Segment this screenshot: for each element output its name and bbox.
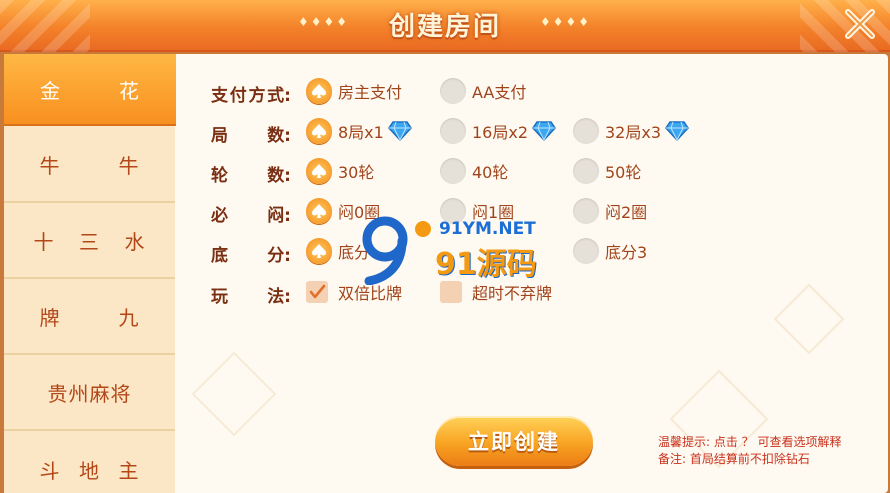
- help-tip: 温馨提示: 点击 ？ 可查看选项解释: [658, 435, 842, 449]
- turns-row: 轮 数: 30轮 40轮 50轮: [211, 157, 811, 186]
- label-char: 轮: [211, 166, 228, 186]
- tab-label: 地: [79, 458, 100, 483]
- payment-row: 支 付 方 式: 房主支付 AA支付: [211, 77, 811, 106]
- label-char: 闷:: [267, 206, 291, 226]
- rounds-option-16[interactable]: 16局x2: [440, 117, 556, 145]
- label-char: 必: [211, 206, 228, 226]
- title-ornament-right: ♦♦♦♦: [540, 15, 592, 29]
- checkbox-checked-icon: [306, 281, 328, 303]
- label-char: 数:: [267, 166, 291, 186]
- label-char: 法:: [267, 287, 291, 307]
- watermark-logo: 91YM.NET 91源码: [355, 215, 545, 285]
- rules-label: 玩 法:: [211, 282, 291, 307]
- radio-unselected-icon: [573, 238, 599, 264]
- turns-option-40[interactable]: 40轮: [440, 157, 508, 185]
- game-tabs-sidebar: 金 花 牛 牛 十 三 水 牌 九 贵州麻将 斗 地 主: [4, 54, 176, 493]
- diamond-icon: [387, 121, 412, 141]
- tab-label: 三: [79, 229, 100, 254]
- rounds-row: 局 数: 8局x1 16局x2 32局x3: [211, 117, 811, 146]
- rounds-label: 局 数:: [211, 121, 291, 146]
- watermark-name: 91源码: [435, 247, 537, 282]
- close-icon: [845, 9, 875, 39]
- option-label: 底分3: [605, 243, 648, 262]
- note-tip: 备注: 首局结算前不扣除钻石: [658, 452, 810, 466]
- label-char: 付: [229, 86, 247, 106]
- option-label: 30轮: [338, 163, 375, 182]
- watermark-url: 91YM.NET: [439, 219, 536, 239]
- label-char: 分:: [267, 246, 291, 266]
- label-char: 底: [211, 246, 228, 266]
- background-pattern: [191, 351, 277, 437]
- rounds-option-8[interactable]: 8局x1: [306, 117, 412, 145]
- radio-selected-icon: [306, 78, 332, 104]
- radio-unselected-icon: [573, 158, 599, 184]
- option-label: 50轮: [605, 163, 642, 182]
- tab-paijiu[interactable]: 牌 九: [4, 279, 175, 355]
- title-bar: ♦♦♦♦ 创建房间 ♦♦♦♦: [0, 0, 890, 52]
- radio-unselected-icon: [440, 158, 466, 184]
- label-char: 局: [211, 126, 228, 146]
- tab-label: 牌: [39, 305, 61, 330]
- watermark-nine-icon: [362, 216, 431, 285]
- turns-option-50[interactable]: 50轮: [573, 157, 641, 185]
- tab-shisanshui[interactable]: 十 三 水: [4, 203, 175, 279]
- option-label: 8局x1: [338, 123, 384, 142]
- radio-unselected-icon: [440, 118, 466, 144]
- tab-label: 牛: [39, 153, 61, 178]
- label-char: 式:: [267, 86, 291, 106]
- tab-label: 水: [124, 229, 146, 254]
- close-button[interactable]: [838, 4, 882, 44]
- base-option-3[interactable]: 底分3: [573, 237, 647, 265]
- label-char: 方: [248, 86, 266, 106]
- tab-label: 斗: [39, 458, 61, 483]
- radio-unselected-icon: [573, 118, 599, 144]
- diamond-icon: [532, 121, 556, 141]
- option-label: 房主支付: [338, 83, 403, 102]
- radio-unselected-icon: [440, 78, 466, 104]
- option-label: 32局x3: [605, 123, 662, 142]
- tab-label: 九: [118, 305, 140, 330]
- option-label: 40轮: [472, 163, 509, 182]
- payment-option-aa[interactable]: AA支付: [440, 77, 526, 105]
- radio-selected-icon: [306, 238, 332, 264]
- page-title: 创建房间: [388, 12, 501, 42]
- tab-jinhua[interactable]: 金 花: [4, 54, 176, 124]
- option-label: 16局x2: [472, 123, 529, 142]
- radio-selected-icon: [306, 118, 332, 144]
- tab-label: 十: [33, 229, 55, 254]
- tab-label: 贵州麻将: [47, 381, 132, 406]
- tab-niuniu[interactable]: 牛 牛: [4, 127, 175, 203]
- payment-label: 支 付 方 式:: [211, 81, 291, 106]
- tab-label: 金: [40, 78, 61, 103]
- option-label: 闷2圈: [605, 203, 648, 222]
- tab-label: 牛: [118, 153, 140, 178]
- label-char: 数:: [267, 126, 291, 146]
- turns-option-30[interactable]: 30轮: [306, 157, 374, 185]
- tab-label: 主: [118, 458, 140, 483]
- tab-label: 花: [119, 78, 140, 103]
- tab-doudizhu[interactable]: 斗 地 主: [4, 431, 175, 493]
- blind-option-2[interactable]: 闷2圈: [573, 197, 647, 225]
- turns-label: 轮 数:: [211, 161, 291, 186]
- radio-selected-icon: [306, 198, 332, 224]
- diamond-icon: [665, 121, 689, 141]
- tab-guizhou-mahjong[interactable]: 贵州麻将: [4, 355, 175, 431]
- label-char: 支: [211, 86, 228, 106]
- create-room-button[interactable]: 立即创建: [435, 416, 593, 466]
- radio-selected-icon: [306, 158, 332, 184]
- blind-label: 必 闷:: [211, 201, 291, 226]
- payment-option-owner[interactable]: 房主支付: [306, 77, 402, 105]
- rounds-option-32[interactable]: 32局x3: [573, 117, 689, 145]
- base-score-label: 底 分:: [211, 241, 291, 266]
- label-char: 玩: [211, 287, 228, 307]
- option-label: AA支付: [472, 83, 527, 102]
- radio-unselected-icon: [573, 198, 599, 224]
